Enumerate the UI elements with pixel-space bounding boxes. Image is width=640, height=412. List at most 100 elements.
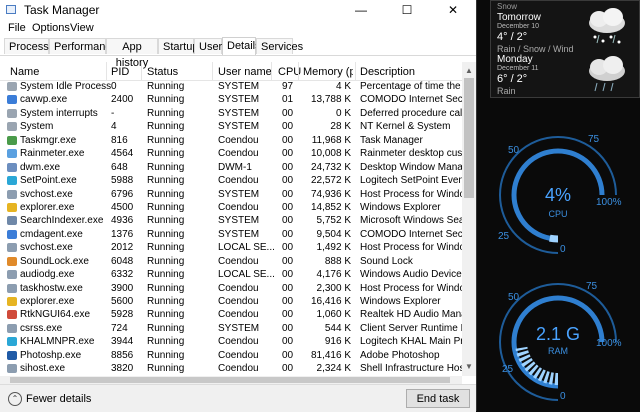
cpu-tick-0: 0	[560, 244, 566, 255]
maximize-button[interactable]: ☐	[384, 0, 430, 20]
table-row[interactable]: csrss.exe 724 Running SYSTEM 00 544 K Client S…	[0, 322, 462, 335]
table-row[interactable]: System 4 Running SYSTEM 00 28 K NT Kernel & Sy…	[0, 120, 462, 133]
table-row[interactable]: SearchIndexer.exe 4936 Running SYSTEM 00 5,75…	[0, 214, 462, 227]
column-status[interactable]: Status	[147, 66, 178, 78]
cell-name: taskhostw.exe	[20, 282, 83, 294]
column-pid[interactable]: PID	[111, 66, 129, 78]
cell-desc: Deferred procedure calls an	[360, 107, 462, 119]
table-row[interactable]: audiodg.exe 6332 Running LOCAL SE... 00 4,176…	[0, 268, 462, 281]
tab-services[interactable]: Services	[256, 38, 303, 54]
horizontal-scrollbar[interactable]	[0, 376, 462, 384]
tab-users[interactable]: Users	[194, 38, 228, 54]
cpu-gauge: 50 75 100% 25 0 4% CPU	[498, 134, 622, 255]
close-button[interactable]: ✕	[430, 0, 476, 20]
cell-name: SetPoint.exe	[20, 175, 77, 187]
tab-app-history[interactable]: App history	[106, 38, 158, 69]
scroll-thumb[interactable]	[464, 78, 474, 198]
cell-user: SYSTEM	[218, 81, 260, 92]
process-icon	[7, 202, 17, 212]
cell-mem: 5,752 K	[316, 215, 351, 227]
ram-tick-75: 75	[586, 281, 598, 292]
ram-tick-50: 50	[508, 292, 520, 303]
column-separator[interactable]	[271, 62, 272, 80]
chevron-up-icon[interactable]: ⌃	[8, 392, 22, 406]
column-separator[interactable]	[355, 62, 356, 80]
cell-mem: 28 K	[330, 121, 351, 133]
cell-desc: Percentage of time the proce	[360, 81, 462, 92]
minimize-button[interactable]: —	[338, 0, 384, 20]
process-icon	[7, 243, 17, 253]
task-manager-window: Task Manager — ☐ ✕ File Options View Pro…	[0, 0, 477, 412]
cpu-tick-50: 50	[508, 145, 520, 156]
scroll-up-arrow-icon[interactable]: ▲	[465, 66, 473, 75]
tab-performance[interactable]: Performance	[49, 38, 117, 54]
tab-startup[interactable]: Startup	[158, 38, 198, 54]
column-user-name[interactable]: User name	[218, 66, 272, 78]
column-separator[interactable]	[106, 62, 107, 80]
table-row[interactable]: SoundLock.exe 6048 Running Coendou 00 888 K So…	[0, 255, 462, 268]
process-icon	[7, 189, 17, 199]
table-row[interactable]: cavwp.exe 2400 Running SYSTEM 01 13,788 K COMO…	[0, 93, 462, 106]
menu-bar: File Options View	[0, 20, 476, 37]
table-row[interactable]: taskhostw.exe 3900 Running Coendou 00 2,300 K…	[0, 282, 462, 295]
menu-view[interactable]: View	[70, 22, 94, 34]
column-separator[interactable]	[141, 62, 142, 80]
tab-details[interactable]: Details	[222, 37, 261, 55]
cell-user: SYSTEM	[218, 94, 260, 106]
table-row[interactable]: KHALMNPR.exe 3944 Running Coendou 00 916 K Log…	[0, 335, 462, 348]
column-memory[interactable]: Memory (p...	[303, 66, 353, 78]
tab-processes[interactable]: Processes	[4, 38, 60, 54]
column-name[interactable]: Name	[10, 66, 39, 78]
cell-name: dwm.exe	[20, 161, 61, 173]
menu-file[interactable]: File	[8, 22, 26, 34]
table-row[interactable]: explorer.exe 5600 Running Coendou 00 16,416 K…	[0, 295, 462, 308]
table-row[interactable]: System interrupts - Running SYSTEM 00 0 K Defe…	[0, 107, 462, 120]
title-bar: Task Manager — ☐ ✕	[0, 0, 476, 20]
cell-user: Coendou	[218, 349, 259, 361]
cell-desc: COMODO Internet Security	[360, 94, 462, 106]
cell-pid: 4564	[111, 148, 134, 160]
column-description[interactable]: Description	[360, 66, 415, 78]
cell-user: Coendou	[218, 282, 259, 294]
weather-temp: 6° / 2°	[497, 73, 528, 85]
table-row[interactable]: RtkNGUI64.exe 5928 Running Coendou 00 1,060 K…	[0, 308, 462, 321]
cell-pid: 5600	[111, 296, 134, 307]
cell-pid: -	[111, 107, 115, 119]
table-row[interactable]: cmdagent.exe 1376 Running SYSTEM 00 9,504 K CO…	[0, 228, 462, 241]
end-task-button[interactable]: End task	[406, 389, 470, 408]
cell-name: explorer.exe	[20, 296, 75, 307]
table-row[interactable]: System Idle Process 0 Running SYSTEM 97 4 K Pe…	[0, 80, 462, 93]
cell-status: Running	[147, 363, 185, 375]
cell-cpu: 00	[282, 134, 294, 146]
weather-partial-condition: Snow	[497, 2, 518, 11]
cell-name: explorer.exe	[20, 201, 75, 213]
cell-cpu: 00	[282, 201, 294, 213]
table-row[interactable]: Photoshp.exe 8856 Running Coendou 00 81,416 K…	[0, 349, 462, 362]
process-icon	[7, 297, 17, 306]
table-row[interactable]: Taskmgr.exe 816 Running Coendou 00 11,968 K Ta…	[0, 134, 462, 147]
cell-pid: 648	[111, 161, 128, 173]
table-row[interactable]: SetPoint.exe 5988 Running Coendou 00 22,572 K…	[0, 174, 462, 187]
cell-desc: Logitech SetPoint Event Ma	[360, 175, 462, 187]
process-icon	[7, 310, 17, 320]
table-row[interactable]: sihost.exe 3820 Running Coendou 00 2,324 K She…	[0, 362, 462, 375]
cell-cpu: 00	[282, 269, 294, 281]
horizontal-scroll-thumb[interactable]	[10, 377, 450, 383]
menu-options[interactable]: Options	[32, 22, 70, 34]
cell-desc: Rainmeter desktop customi	[360, 148, 462, 160]
cell-pid: 8856	[111, 349, 134, 361]
vertical-scrollbar[interactable]: ▲ ▼	[462, 62, 476, 376]
column-separator[interactable]	[298, 62, 299, 80]
fewer-details-link[interactable]: Fewer details	[26, 393, 91, 405]
table-row[interactable]: Rainmeter.exe 4564 Running Coendou 00 10,008 …	[0, 147, 462, 160]
table-row[interactable]: explorer.exe 4500 Running Coendou 00 14,852 K…	[0, 201, 462, 214]
cpu-gauge-level	[549, 234, 559, 243]
cell-pid: 724	[111, 322, 128, 334]
scroll-down-arrow-icon[interactable]: ▼	[465, 362, 473, 371]
table-row[interactable]: dwm.exe 648 Running DWM-1 00 24,732 K Desktop …	[0, 161, 462, 174]
column-separator[interactable]	[212, 62, 213, 80]
cell-mem: 14,852 K	[310, 201, 351, 213]
table-row[interactable]: svchost.exe 6796 Running SYSTEM 00 74,936 K Ho…	[0, 188, 462, 201]
table-row[interactable]: svchost.exe 2012 Running LOCAL SE... 00 1,492…	[0, 241, 462, 254]
cell-user: Coendou	[218, 134, 259, 146]
